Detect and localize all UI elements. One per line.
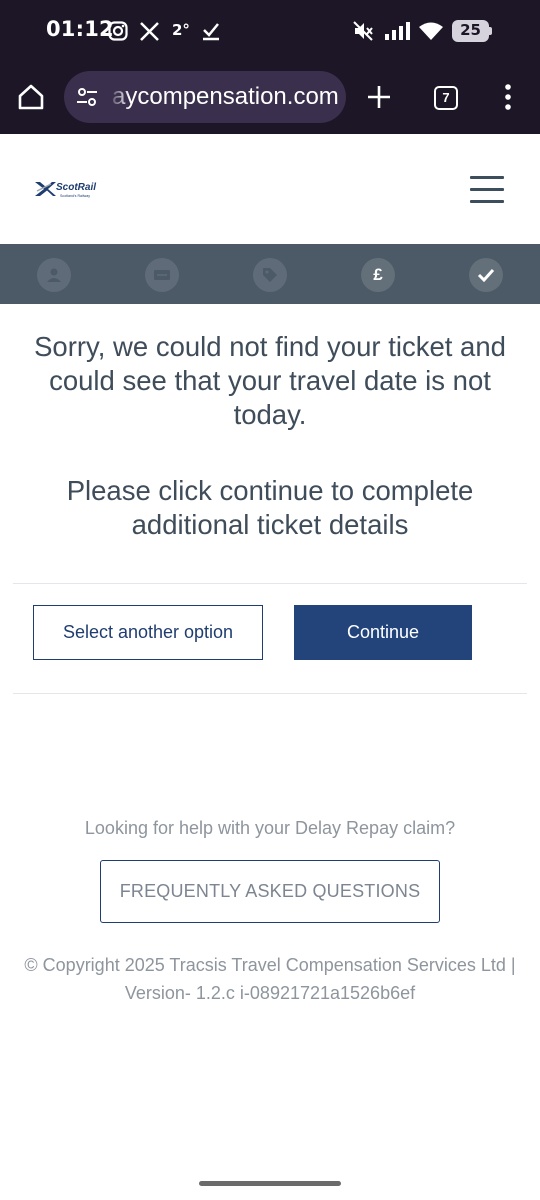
home-indicator[interactable] — [199, 1181, 341, 1186]
status-time: 01:12 — [46, 17, 114, 41]
battery-level: 25 — [460, 21, 481, 39]
step-ticket-icon — [145, 258, 179, 292]
continue-button[interactable]: Continue — [294, 605, 472, 660]
progress-steps: £ — [0, 244, 540, 304]
step-pound-icon: £ — [361, 258, 395, 292]
more-options-icon[interactable] — [504, 84, 512, 115]
divider-top — [13, 583, 527, 584]
home-icon[interactable] — [17, 83, 45, 116]
status-temperature: 2° — [172, 21, 190, 39]
wifi-icon — [418, 20, 444, 42]
page: 01:12 2° 25 aycompensation.com 7 ScotRai… — [0, 0, 540, 1200]
browser-toolbar: aycompensation.com 7 — [0, 62, 540, 134]
new-tab-icon[interactable] — [367, 85, 391, 114]
url-bar[interactable]: aycompensation.com — [64, 71, 346, 123]
select-another-option-button[interactable]: Select another option — [33, 605, 263, 660]
signal-icon — [384, 20, 410, 42]
step-check-icon — [469, 258, 503, 292]
check-icon — [202, 20, 220, 42]
site-settings-icon[interactable] — [76, 86, 98, 113]
help-text: Looking for help with your Delay Repay c… — [84, 818, 456, 838]
mute-icon — [352, 20, 374, 42]
site-header: ScotRail Scotland's Railway — [0, 134, 540, 244]
status-bar: 01:12 2° 25 — [0, 0, 540, 62]
battery-icon: 25 — [452, 20, 492, 42]
step-tag-icon — [253, 258, 287, 292]
logo-text: ScotRail — [56, 182, 96, 193]
faq-button[interactable]: FREQUENTLY ASKED QUESTIONS — [100, 860, 440, 923]
instagram-icon — [108, 20, 128, 42]
copyright-text: © Copyright 2025 Tracsis Travel Compensa… — [24, 955, 516, 1003]
continue-instructions: Please click continue to complete additi… — [66, 475, 474, 540]
hamburger-menu-icon[interactable] — [470, 174, 504, 204]
not-found-message: Sorry, we could not find your ticket and… — [34, 331, 506, 430]
url-text: aycompensation.com — [112, 83, 339, 110]
scotrail-logo[interactable]: ScotRail Scotland's Railway — [34, 178, 98, 200]
x-icon — [140, 20, 159, 42]
step-user-icon — [37, 258, 71, 292]
logo-subtext: Scotland's Railway — [60, 194, 90, 198]
tab-switcher-button[interactable]: 7 — [434, 86, 458, 110]
divider-bottom — [13, 693, 527, 694]
